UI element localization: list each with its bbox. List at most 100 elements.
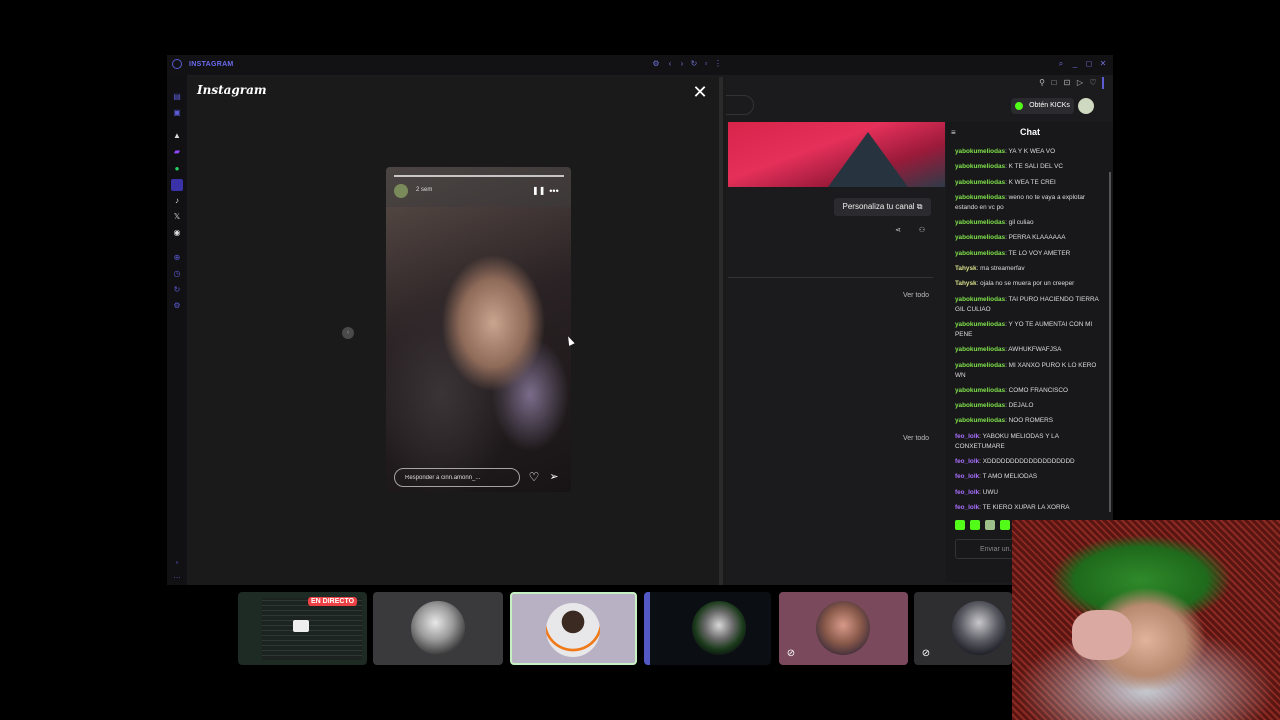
chat-username[interactable]: yabokumeliodas	[955, 321, 1005, 328]
chat-text: PERRA KLAAAAAA	[1008, 234, 1066, 242]
chat-username[interactable]: feo_lolk	[955, 504, 979, 511]
sidebar-discord-icon[interactable]: ◉	[172, 228, 182, 238]
emote-icon[interactable]	[985, 520, 995, 530]
chat-username[interactable]: yabokumeliodas	[955, 362, 1005, 369]
chat-username[interactable]: yabokumeliodas	[955, 296, 1005, 303]
emote-icon[interactable]	[1000, 520, 1010, 530]
chat-username[interactable]: yabokumeliodas	[955, 163, 1005, 170]
forward-icon[interactable]: ›	[677, 58, 687, 70]
chat-username[interactable]: yabokumeliodas	[955, 387, 1005, 394]
call-tile[interactable]: ⊘	[914, 592, 1012, 665]
chat-message: yabokumeliodas: MI XANXO PURO K LO KERO …	[955, 361, 1105, 381]
emote-icon[interactable]	[970, 520, 980, 530]
sidebar-twitch-icon[interactable]: ▰	[172, 147, 182, 157]
share-icon[interactable]: ⋖	[894, 227, 902, 235]
sidebar-x-icon[interactable]: 𝕏	[172, 212, 182, 222]
chat-message: yabokumeliodas: DEJALO	[955, 401, 1105, 411]
sidebar-tiktok-icon[interactable]: ♪	[172, 196, 182, 206]
chat-username[interactable]: yabokumeliodas	[955, 219, 1005, 226]
chat-username[interactable]: yabokumeliodas	[955, 250, 1005, 257]
search-icon[interactable]: ⌕	[1056, 58, 1066, 70]
settings-icon[interactable]: ⚙	[651, 58, 661, 70]
play-icon[interactable]: ▷	[1075, 77, 1085, 89]
call-tile[interactable]: ⊘	[779, 592, 908, 665]
story-avatar[interactable]	[394, 184, 408, 198]
chat-username[interactable]: yabokumeliodas	[955, 346, 1005, 353]
chat-username[interactable]: yabokumeliodas	[955, 402, 1005, 409]
screen-share-preview	[262, 598, 362, 660]
call-tile-camera[interactable]	[644, 592, 771, 665]
chat-username[interactable]: yabokumeliodas	[955, 194, 1005, 201]
maximize-icon[interactable]: ◻	[1084, 58, 1094, 70]
divider	[728, 277, 933, 278]
scrollbar[interactable]	[719, 77, 723, 585]
chat-username[interactable]: Tahysk	[955, 280, 977, 287]
sidebar-add-icon[interactable]: ⊕	[172, 253, 182, 263]
back-icon[interactable]: ‹	[665, 58, 675, 70]
sidebar-collapse-icon[interactable]: «	[172, 558, 182, 568]
obten-kicks-button[interactable]: Obtén KICKs	[1011, 98, 1074, 114]
right-toolbar: ⚲ □ ⊡ ▷ ♡	[1029, 77, 1109, 89]
reply-input[interactable]	[394, 468, 520, 487]
pause-icon[interactable]: ❚❚	[532, 186, 545, 196]
bookmark-icon[interactable]: ⚲	[1037, 77, 1047, 89]
window-icon[interactable]: □	[1049, 77, 1059, 89]
chat-username[interactable]: Tahysk	[955, 265, 977, 272]
ver-todo-link-2[interactable]: Ver todo	[903, 435, 929, 442]
sidebar-app-icon[interactable]: ▲	[172, 131, 182, 141]
chat-text: UWU	[982, 488, 998, 496]
chat-message: yabokumeliodas: TAI PURO HACIENDO TIERRA…	[955, 295, 1105, 315]
previous-story-icon[interactable]: ‹	[342, 327, 354, 339]
minimize-icon[interactable]: _	[1070, 58, 1080, 70]
favorite-icon[interactable]: ♡	[1088, 77, 1098, 89]
reload-icon[interactable]: ↻	[689, 58, 699, 70]
sidebar-settings-icon[interactable]: ⚙	[172, 301, 182, 311]
menu-icon[interactable]: ⋮	[713, 58, 723, 70]
chat-username[interactable]: yabokumeliodas	[955, 179, 1005, 186]
chat-message: yabokumeliodas: K TE SALI DEL VC	[955, 162, 1105, 172]
sidebar-home-icon[interactable]: ▤	[172, 92, 182, 102]
chat-text: NOO ROMERS	[1008, 417, 1054, 425]
more-options-icon[interactable]: •••	[548, 186, 560, 196]
chat-message: yabokumeliodas: NOO ROMERS	[955, 416, 1105, 426]
sidebar-whatsapp-icon[interactable]: ●	[172, 164, 182, 174]
emote-icon[interactable]	[955, 520, 965, 530]
save-icon[interactable]: ▫	[701, 58, 711, 70]
ver-todo-link-1[interactable]: Ver todo	[903, 292, 929, 299]
chat-username[interactable]: feo_lolk	[955, 433, 979, 440]
heart-icon[interactable]: ♡	[527, 470, 541, 484]
avatar	[952, 601, 1006, 655]
chat-username[interactable]: yabokumeliodas	[955, 148, 1005, 155]
chat-message: yabokumeliodas: weno no te vaya a explot…	[955, 193, 1105, 213]
call-tile[interactable]	[373, 592, 503, 665]
avatar	[546, 603, 600, 657]
chat-username[interactable]: yabokumeliodas	[955, 234, 1005, 241]
story-card[interactable]: 2 sem ❚❚ ••• ♡ ➢	[386, 167, 571, 492]
call-tile-speaking[interactable]	[510, 592, 637, 665]
sidebar-more-icon[interactable]: …	[172, 571, 182, 581]
screenshot-icon[interactable]: ⊡	[1062, 77, 1072, 89]
chat-message: yabokumeliodas: AWHUKFWAFJSA	[955, 345, 1105, 355]
collapse-chat-icon[interactable]: ≡	[951, 128, 956, 137]
chat-username[interactable]: feo_lolk	[955, 458, 979, 465]
sidebar-tabs-icon[interactable]: ▣	[172, 108, 182, 118]
chat-username[interactable]: feo_lolk	[955, 473, 979, 480]
sidebar-history-icon[interactable]: ◷	[172, 269, 182, 279]
chat-message: feo_lolk: UWU	[955, 488, 1105, 498]
chat-username[interactable]: feo_lolk	[955, 489, 979, 496]
chat-username[interactable]: yabokumeliodas	[955, 417, 1005, 424]
chat-text: K WEA TE CREI	[1008, 178, 1056, 186]
app-logo-icon	[172, 59, 182, 69]
personaliza-canal-button[interactable]: Personaliza tu canal ⧉	[834, 198, 931, 216]
send-icon[interactable]: ➢	[547, 470, 561, 484]
chat-scrollbar[interactable]	[1109, 172, 1111, 512]
close-story-icon[interactable]: ✕	[691, 83, 709, 101]
user-avatar[interactable]	[1078, 98, 1094, 114]
sidebar-instagram-icon[interactable]	[171, 179, 183, 191]
call-tile-stream[interactable]: EN DIRECTO	[238, 592, 367, 665]
sidebar-sync-icon[interactable]: ↻	[172, 285, 182, 295]
kick-search-pill[interactable]	[726, 95, 754, 115]
story-header: 2 sem ❚❚ •••	[386, 167, 571, 207]
close-window-icon[interactable]: ✕	[1098, 58, 1108, 70]
user-add-icon[interactable]: ⚇	[918, 227, 926, 235]
